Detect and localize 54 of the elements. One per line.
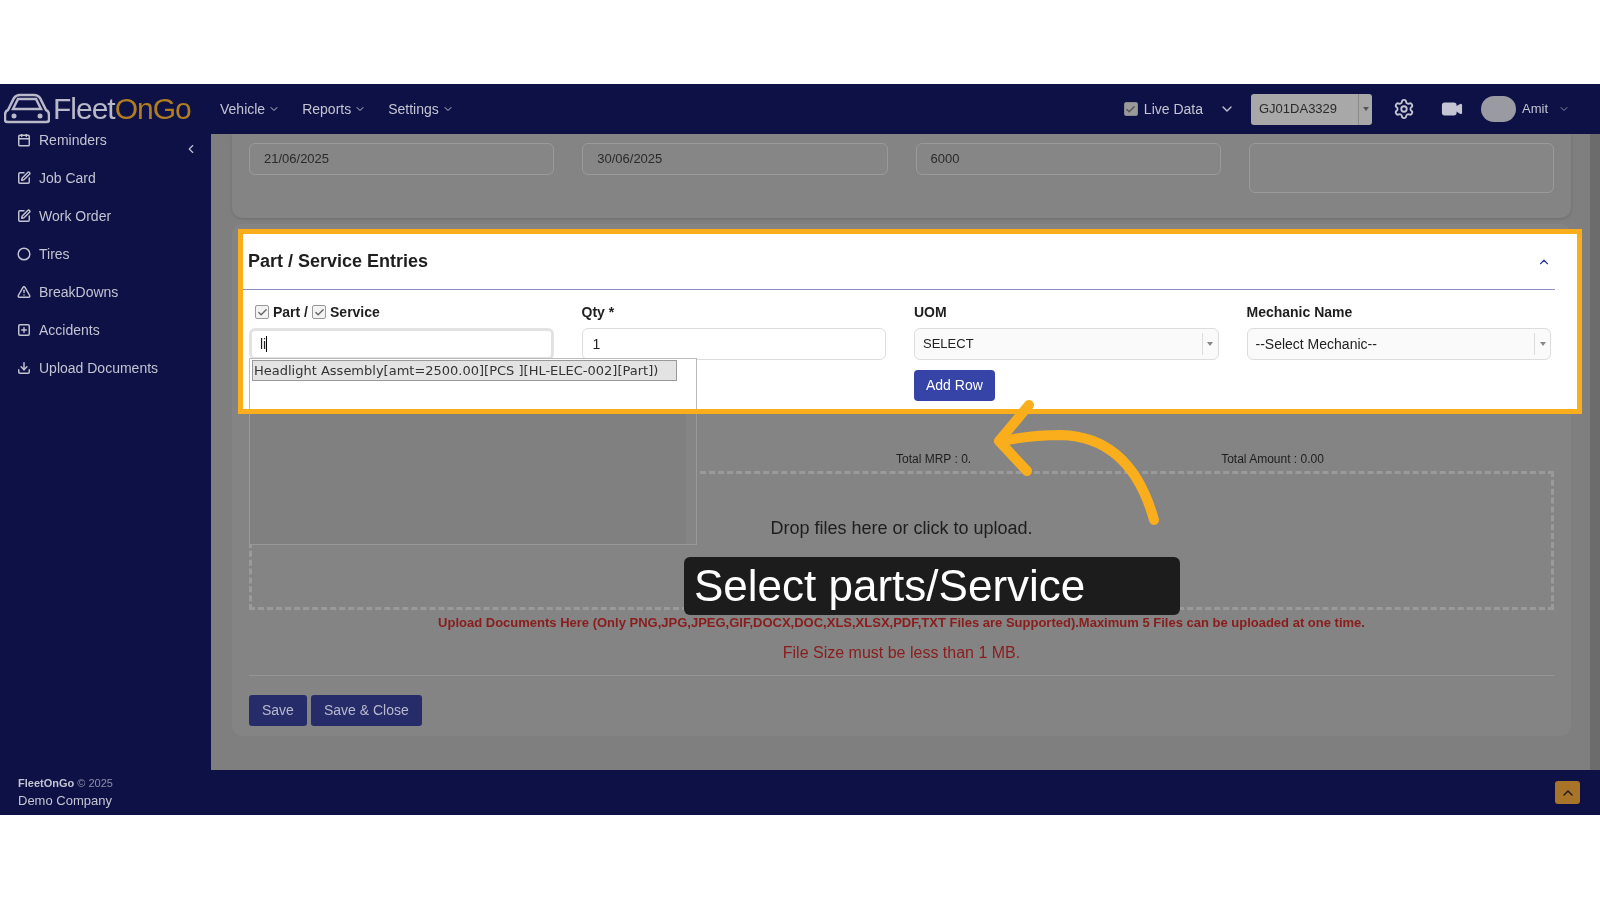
download-icon <box>17 361 31 375</box>
suggestion-item[interactable]: Headlight Assembly[amt=2500.00][PCS ][HL-ELEC-002][Part]) <box>252 360 677 381</box>
input-field[interactable]: 30/06/2025 <box>582 143 888 175</box>
checkbox[interactable] <box>312 305 326 319</box>
live-data-label: Live Data <box>1143 99 1203 119</box>
sidebar-item[interactable]: BreakDowns <box>39 281 119 303</box>
nav-menu[interactable]: Settings <box>388 98 454 120</box>
uom-label: UOM <box>914 302 947 322</box>
sidebar-item[interactable]: Work Order <box>39 205 112 227</box>
file-size-note: File Size must be less than 1 MB. <box>781 642 1022 663</box>
settings-icon[interactable] <box>1393 98 1415 120</box>
warning-icon <box>17 285 31 299</box>
footer-company: Demo Company <box>18 792 113 810</box>
input-field[interactable]: 21/06/2025 <box>249 143 555 175</box>
nav-menu[interactable]: Vehicle <box>220 98 281 120</box>
plus-square-icon <box>17 323 31 337</box>
avatar[interactable] <box>1481 96 1516 122</box>
edit-icon <box>17 171 31 185</box>
checkbox[interactable] <box>1123 102 1138 116</box>
vehicle-select[interactable]: GJ01DA3329 <box>1251 93 1372 125</box>
part-label: Part / <box>273 302 308 322</box>
car-logo-icon <box>4 92 50 126</box>
edit-icon <box>17 209 31 223</box>
nav-menu[interactable]: Reports <box>302 98 367 120</box>
scrollbar[interactable] <box>1590 134 1600 770</box>
mechanic-label: Mechanic Name <box>1246 302 1354 322</box>
sidebar-item[interactable]: Tires <box>39 243 70 265</box>
circle-icon <box>17 247 31 261</box>
brand-logo: FleetOnGo <box>53 94 191 124</box>
sidebar-item[interactable]: Upload Documents <box>39 357 159 379</box>
sidebar-item[interactable]: Accidents <box>39 319 100 341</box>
total-mrp: Total MRP : 0. <box>896 451 972 468</box>
calendar-icon <box>17 134 31 147</box>
total-amount: Total Amount : 0.00 <box>1221 451 1324 468</box>
mechanic-select[interactable]: --Select Mechanic-- <box>1246 328 1551 360</box>
section-title: Part / Service Entries <box>248 250 430 273</box>
qty-label: Qty * <box>581 302 616 322</box>
checkbox[interactable] <box>255 305 269 319</box>
upload-note: Upload Documents Here (Only PNG,JPG,JPEG,GIF,DOCX,DOC,XLS,XLSX,PDF,TXT Files are Supported).Maximum 5 Files can be uploaded at one time. <box>437 614 1366 632</box>
sidebar-item[interactable]: Job Card <box>39 167 96 189</box>
save-button[interactable]: Save <box>249 694 307 726</box>
scroll-top-button[interactable] <box>1555 781 1580 804</box>
sidebar-item[interactable]: Reminders <box>39 134 107 151</box>
user-name[interactable]: Amit <box>1522 99 1548 119</box>
footer-copyright: FleetOnGo © 2025 <box>18 775 113 791</box>
uom-select[interactable]: SELECT <box>914 328 1219 360</box>
caption-banner: Select parts/Service <box>684 557 1180 615</box>
add-row-button[interactable]: Add Row <box>914 370 995 401</box>
caret-icon <box>1207 342 1213 346</box>
caret-icon <box>1362 107 1369 111</box>
caret-icon <box>1539 342 1546 346</box>
service-label: Service <box>330 302 380 322</box>
save-close-button[interactable]: Save & Close <box>310 694 422 726</box>
input-field[interactable]: 6000 <box>915 143 1221 175</box>
